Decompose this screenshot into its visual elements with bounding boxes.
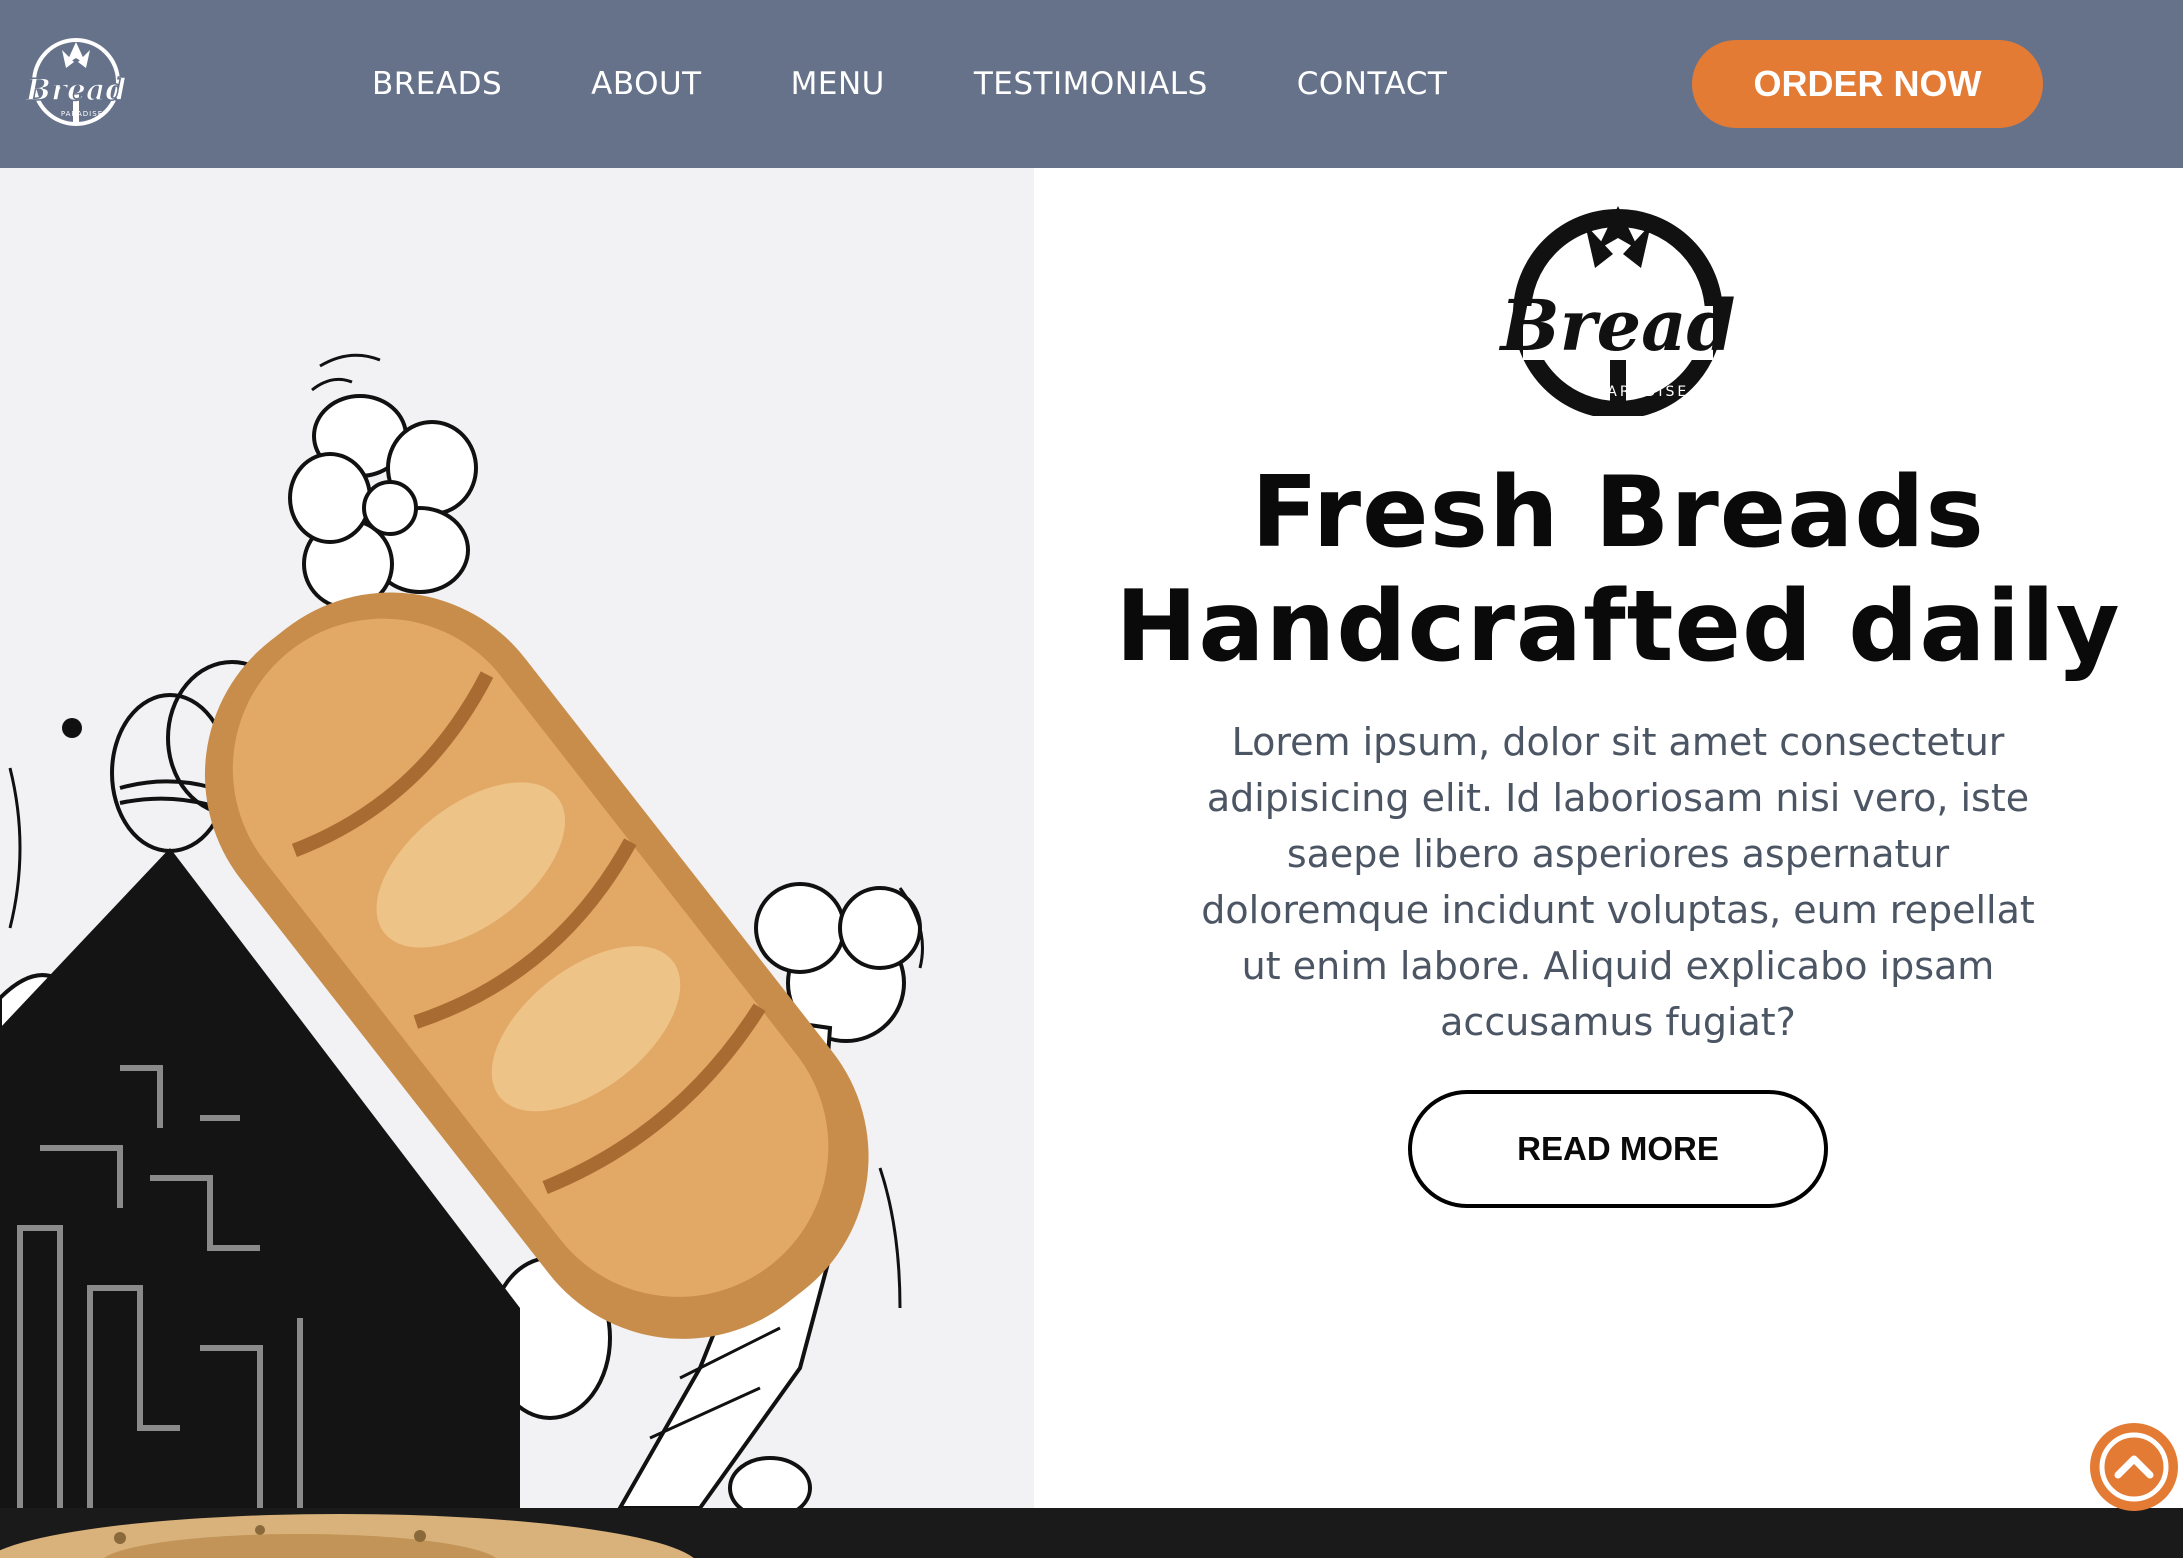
nav-menu[interactable]: MENU	[791, 66, 885, 102]
main-nav: BREADS ABOUT MENU TESTIMONIALS CONTACT	[372, 0, 1447, 168]
hero-bread-image	[0, 168, 1034, 1508]
hero-description: Lorem ipsum, dolor sit amet consectetur …	[1201, 720, 2035, 1044]
nav-testimonials[interactable]: TESTIMONIALS	[974, 66, 1208, 102]
nav-about[interactable]: ABOUT	[591, 66, 701, 102]
nav-contact[interactable]: CONTACT	[1297, 66, 1448, 102]
nav-breads[interactable]: BREADS	[372, 66, 502, 102]
site-header: Bread PARADISE BREADS ABOUT MENU TESTIMO…	[0, 0, 2183, 168]
brand-logo-large: Bread PARADISE	[1493, 206, 1743, 419]
svg-text:Bread: Bread	[1499, 284, 1736, 367]
svg-text:PARADISE: PARADISE	[61, 110, 103, 118]
chevron-up-circle-icon	[2099, 1432, 2169, 1502]
next-section-preview	[0, 1508, 2183, 1558]
order-now-button[interactable]: ORDER NOW	[1692, 40, 2043, 128]
svg-text:PARADISE: PARADISE	[1597, 384, 1690, 400]
hero-title: Fresh Breads Handcrafted daily	[1034, 456, 2183, 684]
svg-text:Bread: Bread	[25, 73, 127, 108]
brand-logo[interactable]: Bread PARADISE	[22, 36, 130, 128]
hero-title-line-2: Handcrafted daily	[1115, 570, 2121, 684]
scroll-to-top-button[interactable]	[2090, 1423, 2178, 1511]
hero-content: Bread PARADISE Fresh Breads Handcrafted …	[1034, 168, 2183, 1508]
read-more-button[interactable]: READ MORE	[1408, 1090, 1828, 1208]
hero-title-line-1: Fresh Breads	[1251, 456, 1985, 570]
